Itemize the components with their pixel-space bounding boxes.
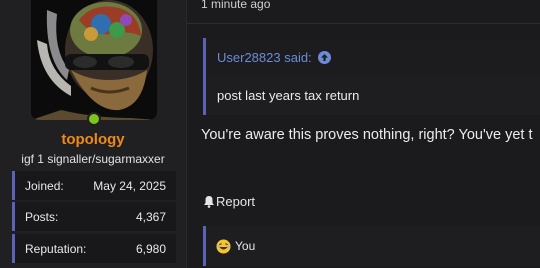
user-info-column: topology igf 1 signaller/sugarmaxxer Joi…	[0, 0, 186, 268]
laughing-emoji-icon	[216, 238, 231, 254]
reactions-bar[interactable]: You	[203, 226, 540, 266]
quote-block: User28823 said: post last years tax retu…	[203, 38, 540, 115]
stat-posts: Posts: 4,367	[12, 202, 176, 231]
online-status-indicator	[87, 112, 101, 126]
user-avatar[interactable]	[31, 0, 157, 120]
stat-joined: Joined: May 24, 2025	[12, 171, 176, 200]
stat-label: Reputation:	[25, 241, 87, 256]
stat-label: Joined:	[25, 178, 64, 193]
report-label: Report	[216, 194, 256, 209]
jump-to-quote-icon[interactable]	[317, 51, 331, 64]
stat-reputation: Reputation: 6,980	[12, 234, 176, 263]
stat-label: Posts:	[25, 209, 59, 224]
stat-value: May 24, 2025	[93, 178, 166, 193]
post-header-divider	[187, 23, 540, 24]
quote-text: post last years tax return	[217, 88, 360, 103]
reactions-label[interactable]: You	[235, 239, 255, 253]
user-title: igf 1 signaller/sugarmaxxer	[21, 152, 165, 166]
report-button[interactable]: Report	[203, 194, 255, 209]
bell-icon	[204, 196, 214, 208]
avatar-image	[31, 0, 157, 120]
stat-value: 4,367	[135, 209, 166, 224]
post-content: 1 minute ago User28823 said: post last y…	[187, 0, 540, 268]
username-link[interactable]: topology	[0, 131, 186, 148]
stat-value: 6,980	[135, 241, 166, 256]
post-message: You're aware this proves nothing, right?…	[201, 127, 533, 143]
quote-header[interactable]: User28823 said:	[206, 38, 540, 77]
quote-author[interactable]: User28823 said:	[217, 50, 312, 65]
post-timestamp[interactable]: 1 minute ago	[201, 0, 270, 11]
